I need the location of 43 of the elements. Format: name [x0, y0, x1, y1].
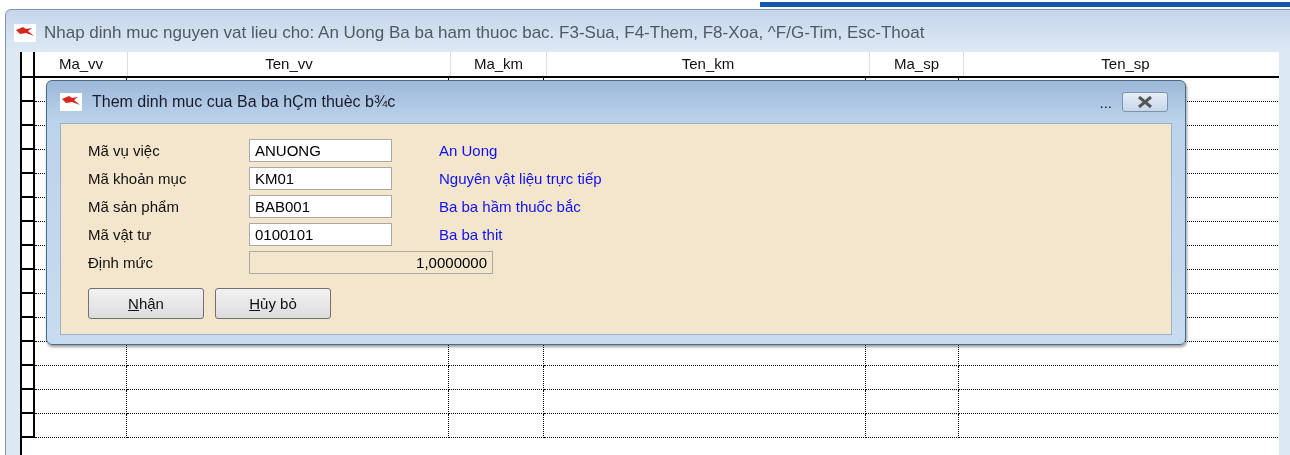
row-header[interactable]: [22, 174, 35, 198]
row-header[interactable]: [22, 126, 35, 150]
row-header[interactable]: [22, 150, 35, 174]
row-header[interactable]: [22, 342, 35, 366]
app-logo-icon: [14, 24, 36, 42]
field-description: Ba ba thit: [439, 225, 503, 243]
column-header[interactable]: Ma_sp: [870, 52, 964, 76]
field-label: Mã vật tư: [88, 225, 153, 243]
dialog-logo-icon: [60, 93, 82, 111]
column-header[interactable]: Ma_km: [451, 52, 547, 76]
row-header[interactable]: [22, 78, 35, 102]
field-description: Nguyên vật liệu trực tiếp: [439, 169, 602, 187]
row-header[interactable]: [22, 198, 35, 222]
field-description: Ba ba hầm thuốc bắc: [439, 197, 581, 215]
field-label: Định mức: [88, 253, 155, 271]
dialog-title: Them dinh muc cua Ba ba hÇm thuèc b¾c: [92, 93, 397, 111]
code-field[interactable]: BAB001: [249, 194, 392, 218]
close-icon: [1137, 96, 1153, 108]
code-field[interactable]: KM01: [249, 166, 392, 190]
row-header[interactable]: [22, 318, 35, 342]
code-field[interactable]: 0100101: [249, 222, 392, 246]
column-header[interactable]: Ten_km: [547, 52, 870, 76]
row-header[interactable]: [22, 294, 35, 318]
field-label: Mã khoản mục: [88, 169, 188, 187]
row-header[interactable]: [22, 222, 35, 246]
row-header[interactable]: [22, 270, 35, 294]
window-title: Nhap dinh muc nguyen vat lieu cho: An Uong Ba ba ham thuoc bac. F3-Sua, F4-Them, F8-Xoa, ^F/G-Tim, Esc-Thoat: [44, 23, 925, 43]
row-header[interactable]: [22, 414, 35, 438]
row-header[interactable]: [22, 366, 35, 390]
field-label: Mã vụ việc: [88, 141, 161, 159]
field-label: Mã sản phẩm: [88, 197, 180, 215]
field-description: An Uong: [439, 141, 498, 159]
column-header[interactable]: Ten_sp: [964, 52, 1279, 76]
row-header[interactable]: [22, 102, 35, 126]
row-header[interactable]: [22, 246, 35, 270]
close-button[interactable]: [1122, 92, 1168, 112]
code-field[interactable]: ANUONG: [249, 138, 392, 162]
cancel-button[interactable]: Hủy bỏ: [215, 288, 331, 319]
accept-button[interactable]: Nhận: [88, 288, 204, 319]
column-header[interactable]: Ma_vv: [35, 52, 128, 76]
row-header[interactable]: [22, 390, 35, 414]
more-label: ...: [1099, 93, 1112, 111]
column-header[interactable]: Ten_vv: [128, 52, 451, 76]
